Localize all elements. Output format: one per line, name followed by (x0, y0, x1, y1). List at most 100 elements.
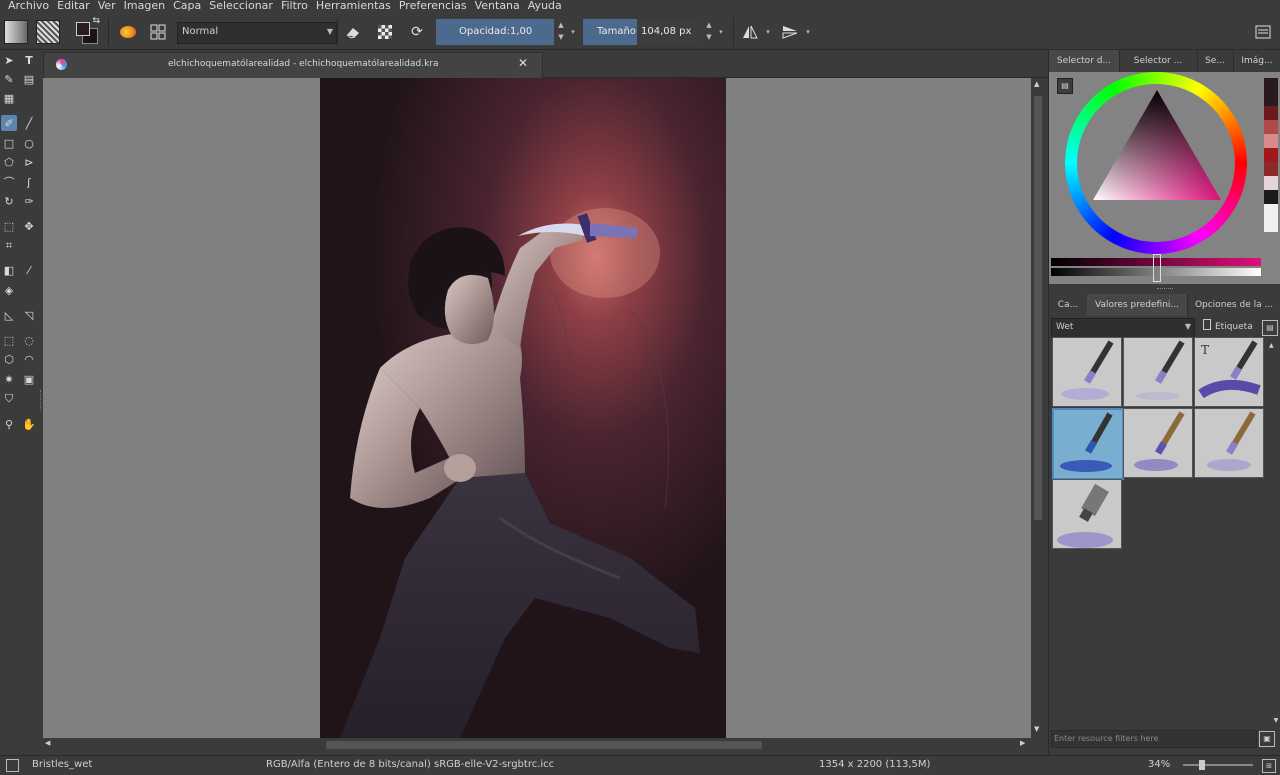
edit-shapes-icon[interactable]: ✎ (1, 71, 17, 87)
select-shapes-icon[interactable]: ➤ (1, 52, 17, 68)
tab-se[interactable]: Se... (1197, 50, 1234, 72)
tab-color-selector-2[interactable]: Selector ... (1119, 50, 1198, 72)
vertical-scroll-thumb[interactable] (1034, 96, 1042, 520)
similar-select-icon[interactable]: ▣ (21, 371, 37, 387)
rect-select-icon[interactable]: ⬚ (1, 332, 17, 348)
horizontal-scrollbar[interactable]: ◀ ▶ (43, 738, 1031, 751)
mirror-horizontal-icon[interactable] (738, 20, 762, 44)
close-tab-icon[interactable]: ✕ (518, 56, 528, 70)
multibrush-icon[interactable]: ✑ (21, 193, 37, 209)
palette-swatch[interactable] (1264, 176, 1278, 190)
palette-swatch[interactable] (1264, 134, 1278, 148)
menu-seleccionar[interactable]: Seleccionar (205, 0, 277, 12)
bezier-tool-icon[interactable]: ⌒ (1, 174, 17, 190)
tab-tool-options[interactable]: Opciones de la ... (1187, 294, 1280, 316)
size-menu-chevron-icon[interactable]: ▾ (715, 19, 727, 45)
scroll-left-icon[interactable]: ◀ (45, 739, 50, 747)
menu-imagen[interactable]: Imagen (120, 0, 169, 12)
contiguous-fill-icon[interactable]: ▦ (1, 90, 17, 106)
zoom-fit-icon[interactable]: ⊞ (1262, 759, 1276, 773)
tab-ca[interactable]: Ca... (1049, 294, 1088, 316)
palette-swatch[interactable] (1264, 204, 1278, 232)
mirror-vertical-icon[interactable] (778, 20, 802, 44)
zoom-slider-handle[interactable] (1199, 760, 1205, 770)
menu-filtro[interactable]: Filtro (277, 0, 312, 12)
scroll-up-icon[interactable]: ▲ (1269, 342, 1274, 349)
menu-capa[interactable]: Capa (169, 0, 205, 12)
resource-filter-input[interactable]: Enter resource filters here (1051, 730, 1257, 748)
palette-swatch[interactable] (1264, 106, 1278, 120)
measure-tool-icon[interactable]: ◹ (21, 307, 37, 323)
scroll-down-icon[interactable]: ▼ (1274, 717, 1279, 724)
eraser-mode-icon[interactable] (341, 20, 365, 44)
scroll-up-icon[interactable]: ▲ (1034, 80, 1039, 88)
menu-editar[interactable]: Editar (53, 0, 94, 12)
ellipse-select-icon[interactable]: ◌ (21, 332, 37, 348)
preset-scrollbar[interactable]: ▲ ▼ (1269, 337, 1279, 727)
polyline-tool-icon[interactable]: ⊳ (21, 154, 37, 170)
tab-brush-presets[interactable]: Valores predefini... (1087, 294, 1188, 316)
transform-tool-icon[interactable]: ⬚ (1, 218, 17, 234)
opacity-slider[interactable]: Opacidad: 1,00 (436, 19, 554, 45)
menu-ver[interactable]: Ver (94, 0, 120, 12)
palette-swatch[interactable] (1264, 148, 1278, 162)
color-picker-icon[interactable]: ⁄ (21, 262, 37, 278)
blend-mode-select[interactable]: Normal ▼ (177, 22, 337, 44)
fill-tool-icon[interactable]: ◈ (1, 282, 17, 298)
brush-preset-icon[interactable] (116, 20, 140, 44)
brush-preset-wet-7[interactable] (1052, 479, 1122, 549)
palette-swatch[interactable] (1264, 190, 1278, 204)
canvas-viewport[interactable] (43, 78, 1031, 738)
saturation-value-triangle[interactable] (1091, 86, 1223, 204)
docker-splitter[interactable] (1157, 288, 1173, 291)
mirror-vertical-chevron-icon[interactable]: ▾ (802, 19, 814, 45)
move-tool-icon[interactable]: ✥ (21, 218, 37, 234)
line-tool-icon[interactable]: ╱ (21, 115, 37, 131)
brush-preset-wet-5[interactable] (1123, 408, 1193, 478)
menu-ayuda[interactable]: Ayuda (524, 0, 566, 12)
freehand-select-icon[interactable]: ◠ (21, 351, 37, 367)
opacity-menu-chevron-icon[interactable]: ▾ (567, 19, 579, 45)
tab-color-selector[interactable]: Selector d... (1049, 50, 1120, 72)
scroll-down-icon[interactable]: ▼ (1034, 725, 1039, 733)
gradient-selector-icon[interactable] (4, 20, 28, 44)
freehand-path-icon[interactable]: ʃ (21, 174, 37, 190)
brush-preset-wet-1[interactable] (1052, 337, 1122, 407)
size-spin-icon[interactable]: ▲ ▼ (703, 19, 715, 45)
polygon-select-icon[interactable]: ⬡ (1, 351, 17, 367)
text-tool-icon[interactable]: T (21, 52, 37, 68)
palette-swatch[interactable] (1264, 162, 1278, 176)
preset-view-options-icon[interactable]: ▤ (1262, 320, 1278, 336)
toolbar-settings-icon[interactable] (1251, 20, 1275, 44)
size-slider[interactable]: Tamaño: 104,08 px (583, 19, 703, 45)
save-filter-icon[interactable]: ▣ (1259, 731, 1275, 747)
menu-preferencias[interactable]: Preferencias (395, 0, 471, 12)
palette-swatch[interactable] (1264, 78, 1278, 106)
pan-tool-icon[interactable]: ✋ (21, 416, 37, 432)
menu-ventana[interactable]: Ventana (471, 0, 524, 12)
menu-herramientas[interactable]: Herramientas (312, 0, 395, 12)
scroll-right-icon[interactable]: ▶ (1020, 739, 1025, 747)
fg-bg-color-icon[interactable]: ⇆ (74, 16, 100, 44)
reload-preset-icon[interactable]: ⟳ (405, 20, 429, 44)
rectangle-tool-icon[interactable]: □ (1, 135, 17, 151)
brush-preset-wet-3[interactable]: T (1194, 337, 1264, 407)
mirror-horizontal-chevron-icon[interactable]: ▾ (762, 19, 774, 45)
ellipse-tool-icon[interactable]: ○ (21, 135, 37, 151)
polygon-tool-icon[interactable]: ⬠ (1, 154, 17, 170)
workspace-chooser-icon[interactable] (146, 20, 170, 44)
gradient-tool-icon[interactable]: ◧ (1, 262, 17, 278)
tab-images[interactable]: Imág... (1233, 50, 1280, 72)
crop-tool-icon[interactable]: ⌗ (1, 238, 17, 254)
assistant-tool-icon[interactable]: ◺ (1, 307, 17, 323)
calligraphy-icon[interactable]: ▤ (21, 71, 37, 87)
brush-preset-wet-2[interactable] (1123, 337, 1193, 407)
document-tab[interactable]: elchichoquematólarealidad - elchichoquem… (43, 52, 543, 79)
horizontal-scroll-thumb[interactable] (326, 741, 762, 749)
color-selector-settings-icon[interactable]: ▤ (1057, 78, 1073, 94)
palette-swatch[interactable] (1264, 120, 1278, 134)
menu-archivo[interactable]: Archivo (0, 0, 53, 12)
freehand-brush-icon[interactable]: ✐ (1, 115, 17, 131)
dynamic-brush-icon[interactable]: ↻ (1, 193, 17, 209)
zoom-slider[interactable] (1183, 760, 1253, 770)
